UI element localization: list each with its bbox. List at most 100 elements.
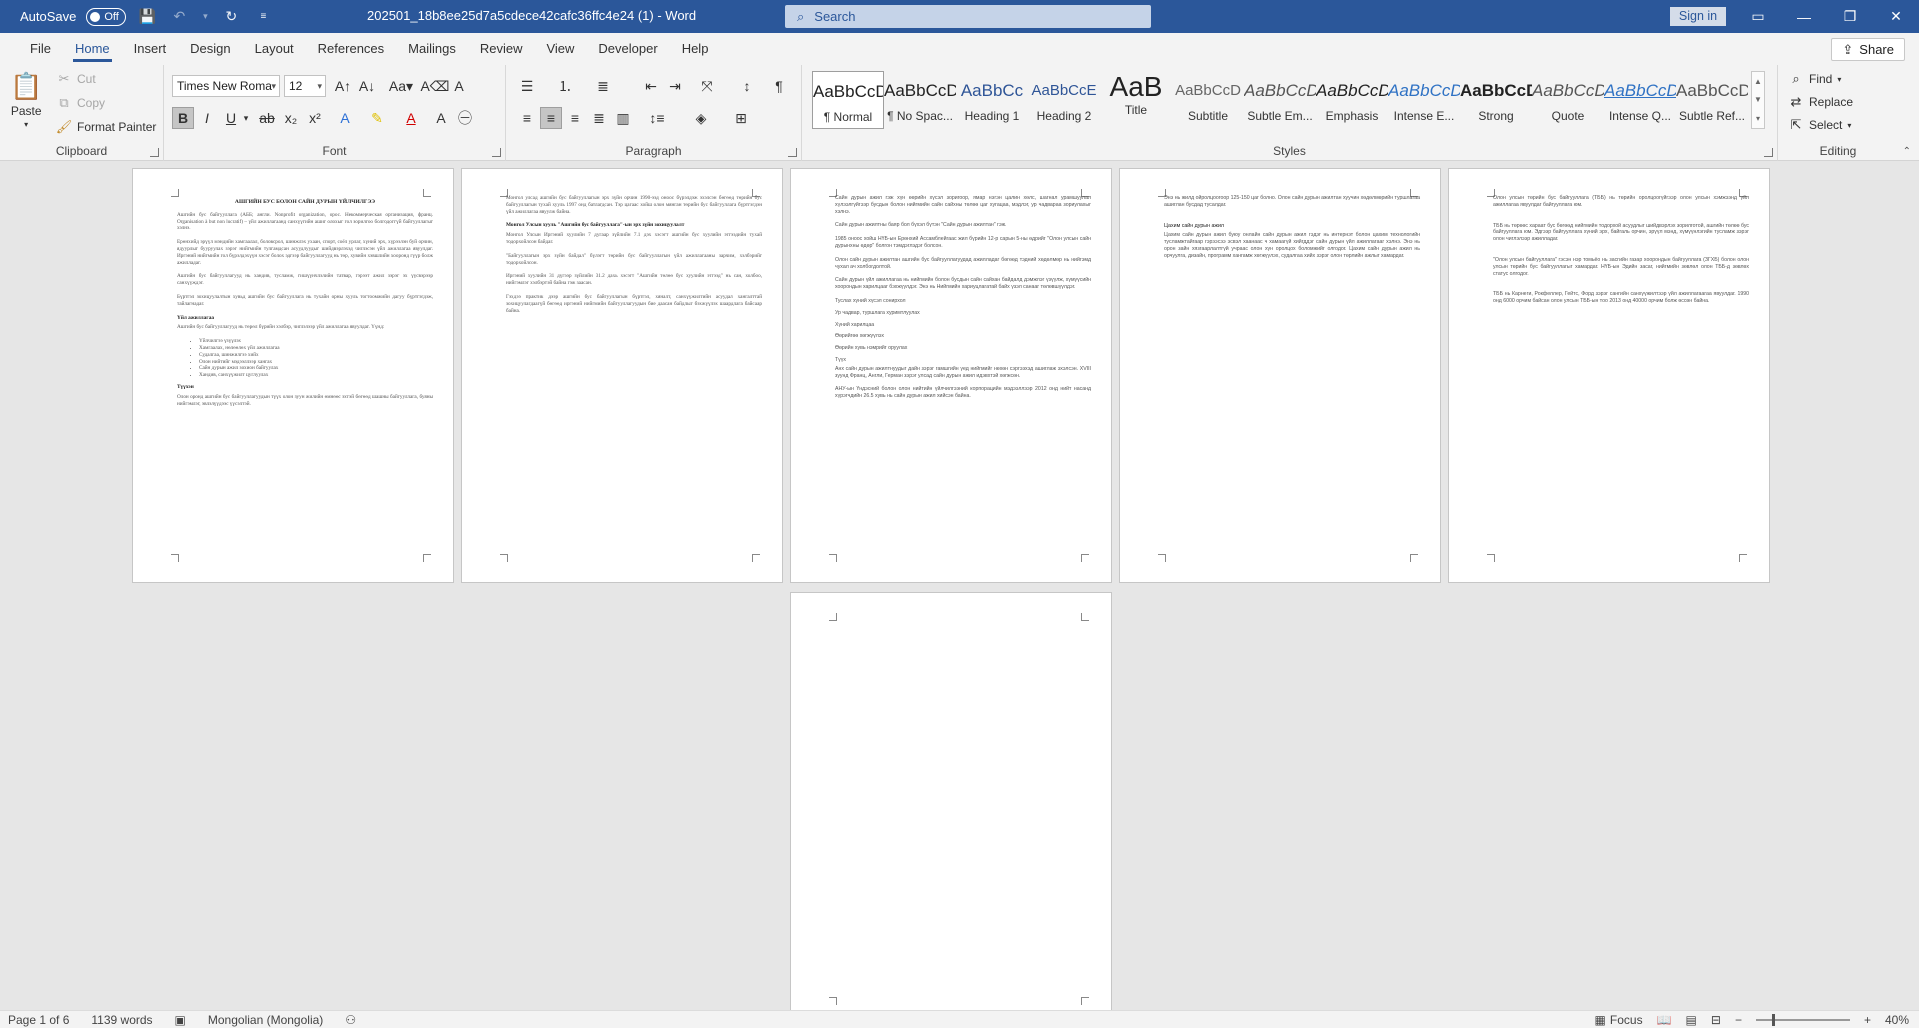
page-5[interactable]: Олон улсын төрийн бус байгууллага (ТББ) … bbox=[1448, 168, 1770, 583]
style-quote[interactable]: AaBbCcDa Quote bbox=[1532, 71, 1604, 129]
character-shading-icon[interactable]: A bbox=[430, 107, 452, 129]
web-layout-icon[interactable]: ⊟ bbox=[1711, 1013, 1721, 1027]
page-2[interactable]: Монгол улсад ашгийн бус байгууллагын эрх… bbox=[461, 168, 783, 583]
align-left-icon[interactable]: ≡ bbox=[516, 107, 538, 129]
italic-button[interactable]: I bbox=[196, 107, 218, 129]
asian-layout-icon[interactable]: ⤧ bbox=[696, 75, 718, 97]
font-family-select[interactable]: Times New Roma ▾ bbox=[172, 75, 280, 97]
style-heading-1[interactable]: AaBbCc Heading 1 bbox=[956, 71, 1028, 129]
style-subtle-emphasis[interactable]: AaBbCcDa Subtle Em... bbox=[1244, 71, 1316, 129]
clipboard-launcher-icon[interactable]: . bbox=[150, 148, 159, 157]
ribbon-display-options-icon[interactable]: ▭ bbox=[1735, 8, 1781, 25]
zoom-slider[interactable] bbox=[1755, 1014, 1850, 1026]
shrink-font-icon[interactable]: A↓ bbox=[356, 75, 378, 97]
style-strong[interactable]: AaBbCcDa Strong bbox=[1460, 71, 1532, 129]
distributed-icon[interactable]: ▥ bbox=[612, 107, 634, 129]
page-count[interactable]: Page 1 of 6 bbox=[8, 1013, 69, 1027]
font-color-icon[interactable]: A bbox=[400, 107, 422, 129]
more-styles-icon[interactable]: ▾ bbox=[1756, 114, 1760, 123]
share-button[interactable]: ⇪ Share bbox=[1831, 38, 1905, 61]
style-normal[interactable]: AaBbCcDc ¶ Normal bbox=[812, 71, 884, 129]
bold-button[interactable]: B bbox=[172, 107, 194, 129]
replace-button[interactable]: ⇄ Replace bbox=[1788, 94, 1853, 110]
find-button[interactable]: ⌕ Find ▾ bbox=[1788, 71, 1841, 87]
strikethrough-button[interactable]: ab bbox=[256, 107, 278, 129]
restore-icon[interactable]: ❐ bbox=[1827, 8, 1873, 25]
zoom-out-icon[interactable]: − bbox=[1735, 1013, 1742, 1027]
paragraph-launcher-icon[interactable]: . bbox=[788, 148, 797, 157]
text-effects-icon[interactable]: A bbox=[334, 107, 356, 129]
copy-button[interactable]: ⧉ Copy bbox=[56, 95, 105, 111]
document-canvas[interactable]: АШГИЙН БУС БОЛОН САЙН ДУРЫН ҮЙЛЧИЛГЭЭ Аш… bbox=[0, 162, 1919, 1010]
tab-design[interactable]: Design bbox=[178, 33, 242, 65]
page-1[interactable]: АШГИЙН БУС БОЛОН САЙН ДУРЫН ҮЙЛЧИЛГЭЭ Аш… bbox=[132, 168, 454, 583]
tab-view[interactable]: View bbox=[534, 33, 586, 65]
zoom-in-icon[interactable]: + bbox=[1864, 1013, 1871, 1027]
shading-icon[interactable]: ◈ bbox=[690, 107, 712, 129]
style-intense-quote[interactable]: AaBbCcDa Intense Q... bbox=[1604, 71, 1676, 129]
style-heading-2[interactable]: AaBbCcE Heading 2 bbox=[1028, 71, 1100, 129]
zoom-slider-thumb[interactable] bbox=[1771, 1014, 1775, 1026]
paste-button[interactable]: 📋 Paste ▾ bbox=[10, 71, 42, 129]
zoom-level[interactable]: 40% bbox=[1885, 1013, 1909, 1027]
pilcrow-icon[interactable]: ¶ bbox=[768, 75, 790, 97]
save-icon[interactable]: 💾 bbox=[136, 6, 158, 28]
borders-icon[interactable]: ⊞ bbox=[730, 107, 752, 129]
style-subtitle[interactable]: AaBbCcD Subtitle bbox=[1172, 71, 1244, 129]
multilevel-list-icon[interactable]: ≣ bbox=[592, 75, 614, 97]
style-intense-emphasis[interactable]: AaBbCcDa Intense E... bbox=[1388, 71, 1460, 129]
word-count[interactable]: 1139 words bbox=[91, 1013, 152, 1027]
autosave-toggle[interactable]: Off bbox=[86, 7, 127, 26]
styles-launcher-icon[interactable]: . bbox=[1764, 148, 1773, 157]
cut-button[interactable]: ✂ Cut bbox=[56, 71, 96, 87]
tab-file[interactable]: File bbox=[18, 33, 63, 65]
style-emphasis[interactable]: AaBbCcDa Emphasis bbox=[1316, 71, 1388, 129]
read-mode-icon[interactable]: 📖 bbox=[1657, 1013, 1672, 1027]
tab-review[interactable]: Review bbox=[468, 33, 535, 65]
format-painter-button[interactable]: 🖌 Format Painter bbox=[56, 119, 157, 135]
print-layout-icon[interactable]: ▤ bbox=[1686, 1013, 1697, 1027]
increase-indent-icon[interactable]: ⇥ bbox=[664, 75, 686, 97]
page-4[interactable]: Энэ нь жилд ойролцоогоор 125-150 цаг бол… bbox=[1119, 168, 1441, 583]
search-box[interactable]: ⌕ Search bbox=[785, 5, 1151, 28]
style-no-spacing[interactable]: AaBbCcDc ¶ No Spac... bbox=[884, 71, 956, 129]
select-button[interactable]: ⇱ Select ▾ bbox=[1788, 117, 1852, 133]
styles-gallery-scrollbar[interactable]: ▲ ▼ ▾ bbox=[1751, 71, 1765, 129]
align-right-icon[interactable]: ≡ bbox=[564, 107, 586, 129]
undo-dropdown-icon[interactable]: ▾ bbox=[200, 6, 210, 28]
align-center-icon[interactable]: ≡ bbox=[540, 107, 562, 129]
highlight-color-icon[interactable]: ✎ bbox=[366, 107, 388, 129]
page-3[interactable]: Сайн дурын ажил гэж хүн өөрийн хүсэл зор… bbox=[790, 168, 1112, 583]
grow-font-icon[interactable]: A↑ bbox=[332, 75, 354, 97]
tab-mailings[interactable]: Mailings bbox=[396, 33, 468, 65]
subscript-button[interactable]: x₂ bbox=[280, 107, 302, 129]
sign-in-button[interactable]: Sign in bbox=[1670, 7, 1726, 26]
undo-icon[interactable]: ↶ bbox=[168, 6, 190, 28]
close-icon[interactable]: ✕ bbox=[1873, 8, 1919, 25]
style-title[interactable]: AaB Title bbox=[1100, 71, 1172, 129]
chevron-up-icon[interactable]: ▲ bbox=[1754, 77, 1762, 86]
page-6[interactable] bbox=[790, 592, 1112, 1010]
decrease-indent-icon[interactable]: ⇤ bbox=[640, 75, 662, 97]
language-indicator[interactable]: Mongolian (Mongolia) bbox=[208, 1013, 323, 1027]
focus-button[interactable]: ▦ Focus bbox=[1595, 1013, 1643, 1027]
superscript-button[interactable]: x² bbox=[304, 107, 326, 129]
underline-dropdown-icon[interactable]: ▾ bbox=[240, 107, 252, 129]
tab-layout[interactable]: Layout bbox=[243, 33, 306, 65]
tab-insert[interactable]: Insert bbox=[122, 33, 179, 65]
sort-icon[interactable]: ↕ bbox=[736, 75, 758, 97]
numbering-icon[interactable]: ⒈ bbox=[554, 75, 576, 97]
minimize-icon[interactable]: — bbox=[1781, 9, 1827, 25]
line-spacing-icon[interactable]: ↕≡ bbox=[646, 107, 668, 129]
tab-references[interactable]: References bbox=[306, 33, 396, 65]
style-subtle-reference[interactable]: AaBbCcDa Subtle Ref... bbox=[1676, 71, 1748, 129]
tab-help[interactable]: Help bbox=[670, 33, 721, 65]
bullets-icon[interactable]: ☰ bbox=[516, 75, 538, 97]
accessibility-icon[interactable]: ⚇ bbox=[345, 1013, 356, 1027]
tab-developer[interactable]: Developer bbox=[586, 33, 669, 65]
font-launcher-icon[interactable]: . bbox=[492, 148, 501, 157]
justify-icon[interactable]: ≣ bbox=[588, 107, 610, 129]
enclose-characters-icon[interactable]: ㊀ bbox=[454, 107, 476, 129]
underline-button[interactable]: U bbox=[220, 107, 242, 129]
customize-qat-icon[interactable]: ≡ bbox=[252, 6, 274, 28]
